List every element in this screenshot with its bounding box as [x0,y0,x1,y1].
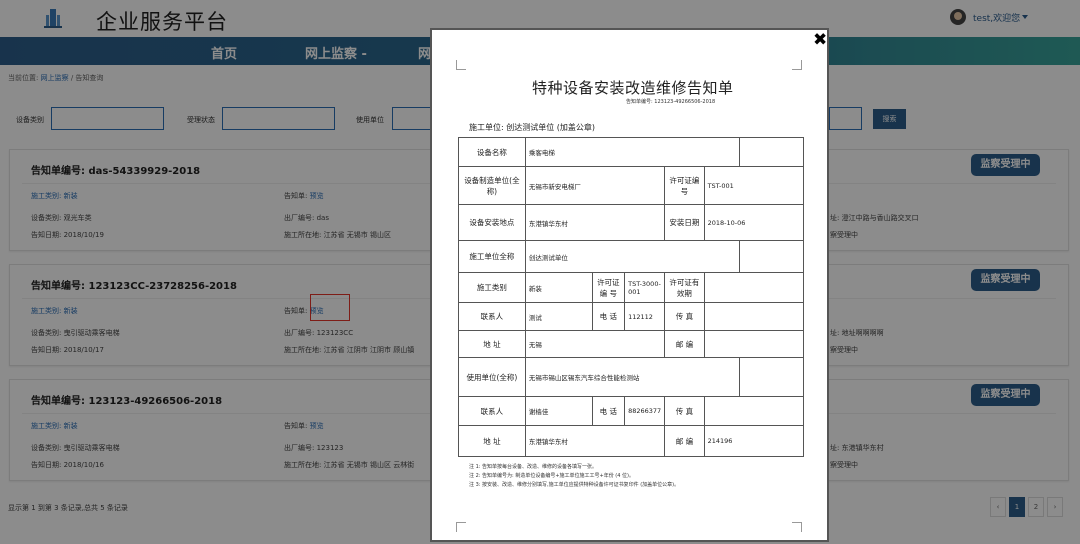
fax2-value [703,396,805,426]
user-unit-value: 无锡市锡山区锡东汽车综合性能检测站 [524,357,740,397]
install-date-label: 安装日期 [664,204,705,241]
contact-label: 联系人 [458,302,526,331]
phone2-label: 电 话 [591,396,626,426]
install-place-label: 设备安装地点 [458,204,526,241]
construction-unit-line: 施工单位: 创达测试单位 (加盖公章) [469,123,596,132]
contact2-label: 联系人 [458,396,526,426]
user-unit-label: 使用单位(全称) [458,357,526,397]
fax-value [703,302,805,331]
fax-label: 传 真 [664,302,705,331]
install-date-value: 2018-10-06 [703,204,805,241]
note-line: 注 3: 按安装、改造、维修分别填写,施工单位应提供特种设备许可证书复印件 (加… [469,482,680,488]
document-notes: 注 1: 告知单按每台设备、改造、维修的设备各填写一张。 注 2: 告知单编号为… [469,463,679,490]
contact-value: 测试 [524,302,593,331]
phone-label: 电 话 [591,302,626,331]
construction-type-label: 施工类别 [458,272,526,303]
empty-cell [738,357,805,397]
empty-cell [738,137,805,167]
license-label: 许可证编 号 [664,166,705,205]
postcode2-value: 214196 [703,425,805,457]
close-icon[interactable]: ✖ [813,30,827,50]
postcode2-label: 邮 编 [664,425,705,457]
address-label: 地 址 [458,330,526,358]
license2-label: 许可证编 号 [591,272,626,303]
construction-unit-label: 施工单位全称 [458,240,526,273]
note-line: 注 1: 告知单按每台设备、改造、维修的设备各填写一张。 [469,464,598,470]
crop-corner-mark [792,522,802,532]
crop-corner-mark [456,522,466,532]
address2-value: 东港镇华东村 [524,425,666,457]
address-value: 无锡 [524,330,666,358]
validity-value [703,272,805,303]
construction-unit-value: 创达测试单位 [524,240,740,273]
notice-preview-modal: ✖ 特种设备安装改造维修告知单 告知单编号: 123123-49266506-2… [430,28,829,542]
phone2-value: 88266377 [624,396,666,426]
fax2-label: 传 真 [664,396,705,426]
contact2-value: 谢樯佳 [524,396,593,426]
device-name-value: 乘客电梯 [524,137,740,167]
manufacturer-value: 无锡市新安电梯厂 [524,166,666,205]
device-name-label: 设备名称 [458,137,526,167]
postcode-value [703,330,805,358]
phone-value: 112112 [624,302,666,331]
crop-corner-mark [456,60,466,70]
address2-label: 地 址 [458,425,526,457]
document-number: 告知单编号: 123123-49266506-2018 [626,99,716,105]
construction-type-value: 新装 [524,272,593,303]
license2-value: TST-3000-001 [624,272,666,303]
postcode-label: 邮 编 [664,330,705,358]
notice-form-table: 设备名称 乘客电梯 设备制造单位(全称) 无锡市新安电梯厂 许可证编 号 TST… [458,137,805,457]
license-value: TST-001 [703,166,805,205]
validity-label: 许可证有效期 [664,272,705,303]
crop-corner-mark [792,60,802,70]
note-line: 注 2: 告知单编号为: 制造单位设备编号+施工单位施工工号+年份 (4 位)。 [469,473,634,479]
manufacturer-label: 设备制造单位(全称) [458,166,526,205]
empty-cell [738,240,805,273]
install-place-value: 东港镇华东村 [524,204,666,241]
document-title: 特种设备安装改造维修告知单 [532,79,734,97]
